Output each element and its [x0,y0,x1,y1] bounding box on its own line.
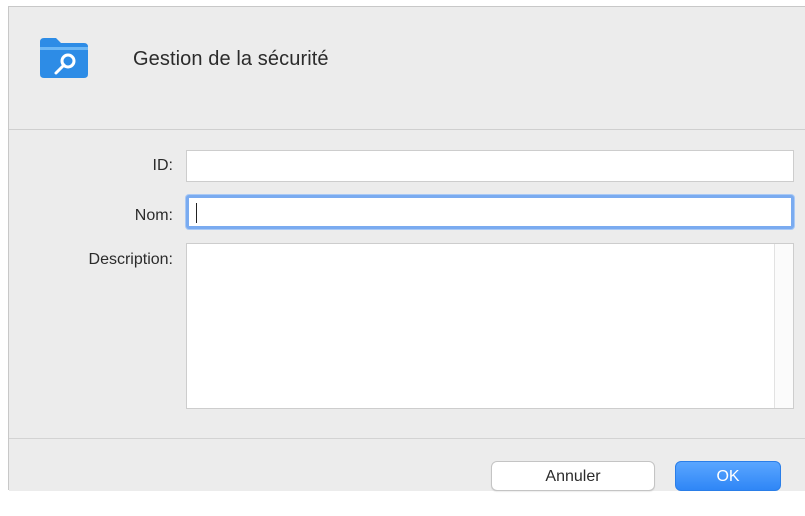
cancel-button[interactable]: Annuler [491,461,655,491]
security-dialog: Gestion de la sécurité ID: Nom: Descript… [8,6,805,491]
folder-key-icon [38,34,90,80]
dialog-title: Gestion de la sécurité [133,48,329,70]
security-form: ID: Nom: Description: [9,130,805,438]
id-field[interactable] [186,150,794,182]
text-caret [196,203,197,223]
dialog-header: Gestion de la sécurité [9,7,805,130]
description-label: Description: [88,251,173,268]
name-label: Nom: [134,207,173,224]
description-scrollbar[interactable] [774,244,793,408]
ok-button[interactable]: OK [675,461,781,491]
name-field[interactable] [186,195,794,229]
id-label: ID: [152,157,173,174]
description-textarea[interactable] [186,243,794,409]
dialog-footer: Annuler OK [9,438,805,491]
